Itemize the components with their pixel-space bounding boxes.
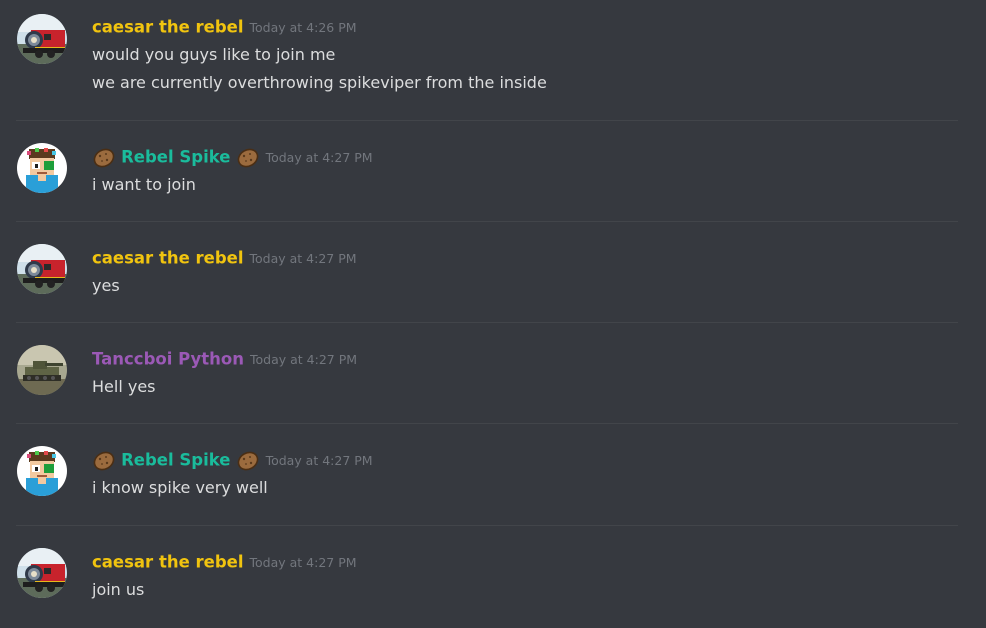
timestamp: Today at 4:27 PM [265, 452, 373, 468]
message-text: join us [92, 580, 145, 599]
message-text: i want to join [92, 175, 196, 194]
train-avatar-icon[interactable] [17, 244, 67, 294]
potato-emoji-icon [92, 450, 116, 472]
username[interactable]: Rebel Spike [121, 148, 230, 167]
message-divider [16, 221, 958, 222]
potato-emoji-icon [236, 450, 260, 472]
timestamp: Today at 4:27 PM [249, 250, 357, 266]
pixel-character-avatar-icon[interactable] [17, 143, 67, 193]
username[interactable]: caesar the rebel [92, 553, 244, 572]
message-text: i know spike very well [92, 478, 268, 497]
train-avatar-icon[interactable] [17, 14, 67, 64]
potato-emoji-icon [92, 147, 116, 169]
message-text: Hell yes [92, 377, 156, 396]
timestamp: Today at 4:27 PM [265, 149, 373, 165]
train-avatar-icon[interactable] [17, 548, 67, 598]
username[interactable]: Tanccboi Python [92, 350, 244, 369]
message-divider [16, 423, 958, 424]
pixel-character-avatar-icon[interactable] [17, 446, 67, 496]
message-header: Rebel Spike Today at 4:27 PM [92, 449, 373, 471]
message-divider [16, 120, 958, 121]
chat-message-list: caesar the rebel Today at 4:26 PM would y… [0, 0, 986, 628]
message-header: caesar the rebel Today at 4:26 PM [92, 16, 357, 38]
message-header: Rebel Spike Today at 4:27 PM [92, 146, 373, 168]
message-header: Tanccboi Python Today at 4:27 PM [92, 348, 357, 370]
timestamp: Today at 4:27 PM [249, 554, 357, 570]
message-header: caesar the rebel Today at 4:27 PM [92, 247, 357, 269]
message-divider [16, 322, 958, 323]
timestamp: Today at 4:27 PM [250, 351, 358, 367]
potato-emoji-icon [236, 147, 260, 169]
username[interactable]: caesar the rebel [92, 18, 244, 37]
message-divider [16, 525, 958, 526]
message-text: yes [92, 276, 120, 295]
timestamp: Today at 4:26 PM [249, 19, 357, 35]
tank-avatar-icon[interactable] [17, 345, 67, 395]
message-header: caesar the rebel Today at 4:27 PM [92, 551, 357, 573]
username[interactable]: Rebel Spike [121, 451, 230, 470]
message-text: would you guys like to join me [92, 45, 336, 64]
message-text: we are currently overthrowing spikeviper… [92, 73, 547, 92]
username[interactable]: caesar the rebel [92, 249, 244, 268]
